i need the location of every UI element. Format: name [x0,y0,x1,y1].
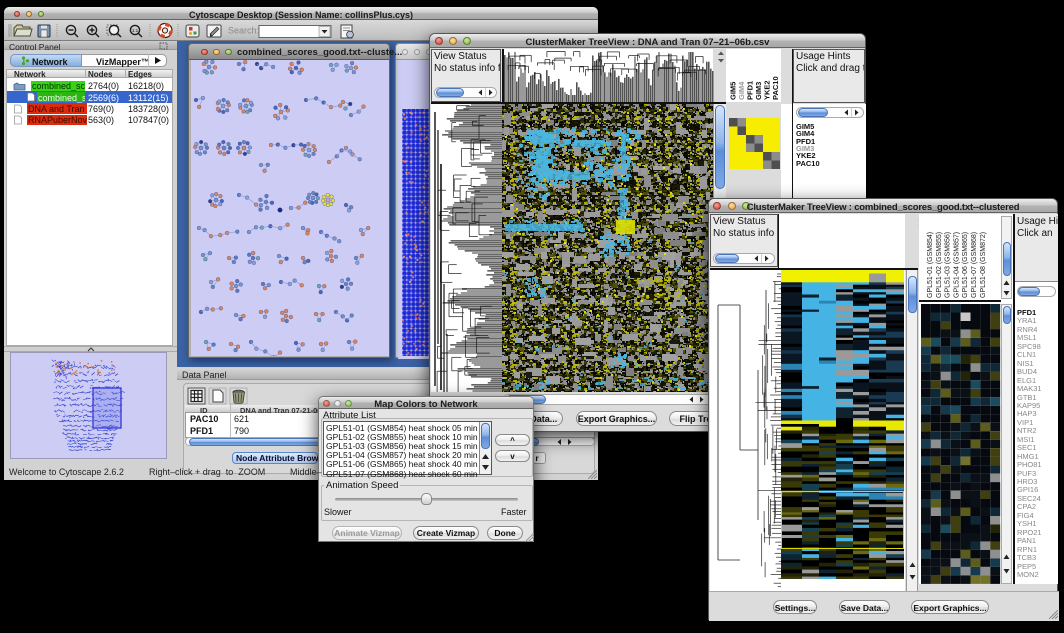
svg-text:GPL51-08 (GSM872): GPL51-08 (GSM872) [980,232,987,298]
svg-text:GPL51-01 (GSM854): GPL51-01 (GSM854) [927,232,934,298]
svg-text:GPL51-06 (GSM865): GPL51-06 (GSM865) [962,232,969,298]
svg-text:Search:: Search: [228,26,259,36]
svg-text:GPL51-02 (GSM855): GPL51-02 (GSM855) [936,232,943,298]
svg-text:PAC10: PAC10 [771,76,780,100]
svg-text:1:1: 1:1 [132,28,139,33]
svg-text:GPL51-04 (GSM857): GPL51-04 (GSM857) [953,232,960,298]
svg-text:GPL51-07 (GSM868): GPL51-07 (GSM868) [971,232,978,298]
svg-text:GPL51-03 (GSM856): GPL51-03 (GSM856) [945,232,952,298]
